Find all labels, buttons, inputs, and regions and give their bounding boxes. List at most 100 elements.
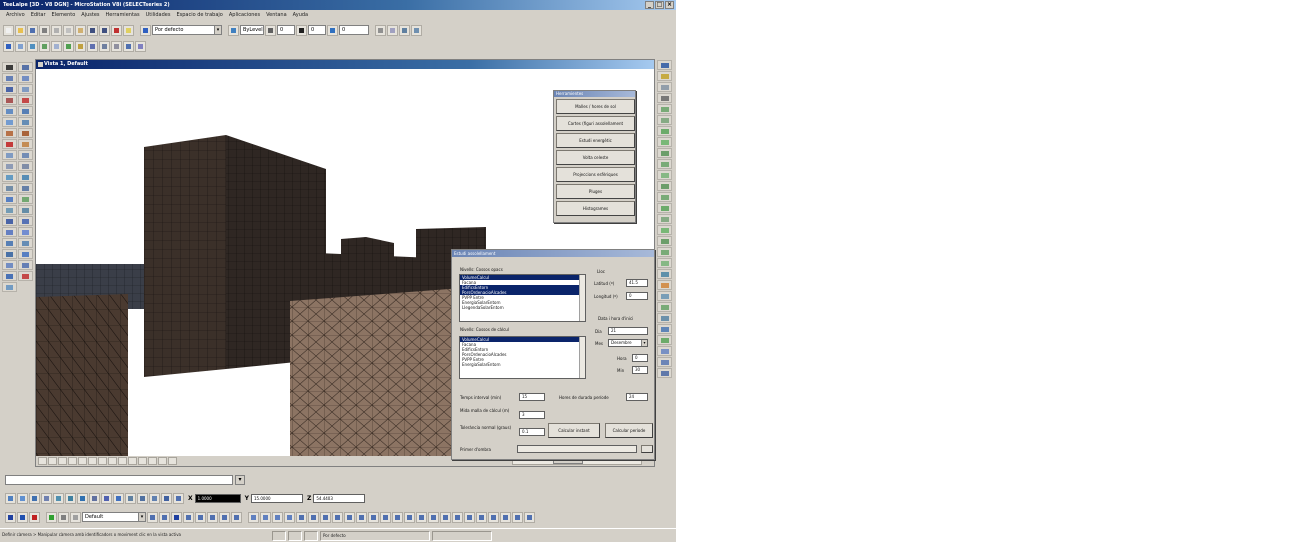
rp-grid-icon[interactable] [657, 93, 672, 103]
rp-merge-icon[interactable] [657, 203, 672, 213]
rp-tree-icon[interactable] [657, 302, 672, 312]
fence-tool-icon[interactable] [18, 62, 33, 72]
element-selection-icon[interactable] [2, 62, 17, 72]
rotate-view-icon[interactable] [88, 457, 97, 465]
tool-m-icon[interactable] [392, 511, 403, 523]
camera-view-icon[interactable] [138, 457, 147, 465]
mesh-size-field[interactable]: 3 [519, 411, 545, 419]
tool-l-icon[interactable] [380, 511, 391, 523]
manipulate-tool-icon[interactable] [18, 139, 33, 149]
group-icon[interactable] [63, 40, 74, 52]
status-indicator-2[interactable] [288, 530, 302, 541]
menu-editar[interactable]: Editar [28, 10, 49, 21]
tool-w-icon[interactable] [512, 511, 523, 523]
view-toggle-icon[interactable] [168, 457, 177, 465]
longitude-field[interactable]: 0 [626, 292, 648, 300]
new-file-icon[interactable] [3, 24, 14, 36]
pan-tool-icon[interactable] [2, 260, 17, 270]
view-attributes-icon[interactable] [51, 40, 62, 52]
view-window-1-icon[interactable] [147, 511, 158, 523]
priority-combo[interactable]: 0 [339, 25, 369, 35]
tool-icon[interactable] [411, 24, 422, 36]
key-in-dropdown[interactable]: ▾ [235, 475, 245, 485]
zoom-in-icon[interactable] [48, 457, 57, 465]
view-group-combo-icon[interactable] [70, 511, 81, 523]
tool-j-icon[interactable] [356, 511, 367, 523]
tool-h-icon[interactable] [332, 511, 343, 523]
cut-icon[interactable] [51, 24, 62, 36]
window-area-icon[interactable] [68, 457, 77, 465]
style-combo[interactable]: 0 [277, 25, 295, 35]
select-icon[interactable] [3, 40, 14, 52]
fence-mode-icon[interactable] [17, 492, 28, 504]
display-style-icon[interactable] [158, 457, 167, 465]
render-icon[interactable] [387, 24, 398, 36]
list-scrollbar[interactable] [579, 275, 585, 321]
view-previous-icon[interactable] [108, 457, 117, 465]
rp-sky-icon[interactable] [657, 291, 672, 301]
status-active-level[interactable]: Por defecto [320, 530, 430, 541]
tool-a-icon[interactable] [248, 511, 259, 523]
rp-histogram-icon[interactable] [657, 346, 672, 356]
tool-i-icon[interactable] [344, 511, 355, 523]
rp-task-icon[interactable] [657, 71, 672, 81]
x-coordinate-field[interactable]: 1.0000 [194, 493, 241, 503]
tasks-icon[interactable] [87, 40, 98, 52]
help-icon[interactable] [123, 24, 134, 36]
tool-c-icon[interactable] [272, 511, 283, 523]
axis-lock-icon[interactable] [65, 492, 76, 504]
camera-icon[interactable] [399, 24, 410, 36]
level-combo[interactable]: Por defecto ▾ [152, 25, 222, 35]
key-in-icon[interactable] [135, 40, 146, 52]
pattern-tool-icon[interactable] [18, 117, 33, 127]
copy-icon[interactable] [63, 24, 74, 36]
view-window-8-icon[interactable] [231, 511, 242, 523]
view-2-icon[interactable] [29, 511, 40, 523]
rp-split-icon[interactable] [657, 192, 672, 202]
list-scrollbar[interactable] [579, 337, 585, 378]
tool-p-icon[interactable] [428, 511, 439, 523]
zoom-out-icon[interactable] [58, 457, 67, 465]
view-window-2-icon[interactable] [159, 511, 170, 523]
rp-export-icon[interactable] [657, 357, 672, 367]
clip-volume-icon[interactable] [128, 457, 137, 465]
view-window-3-icon[interactable] [171, 511, 182, 523]
tool-k-icon[interactable] [368, 511, 379, 523]
solid-tool-icon[interactable] [18, 205, 33, 215]
compass-icon[interactable] [113, 492, 124, 504]
print-icon[interactable] [39, 24, 50, 36]
calc-levels-list[interactable]: VolumeCalcul Facana EdificsEntorn PorsOr… [459, 336, 586, 379]
paste-icon[interactable] [75, 24, 86, 36]
orientation-icon[interactable] [149, 492, 160, 504]
rotate-view-icon[interactable] [18, 260, 33, 270]
rp-energy-icon[interactable] [657, 335, 672, 345]
lock-icon[interactable] [75, 40, 86, 52]
units-icon[interactable] [161, 492, 172, 504]
rp-solar-icon[interactable] [657, 324, 672, 334]
rp-terrain-icon[interactable] [657, 236, 672, 246]
perspective-icon[interactable] [137, 492, 148, 504]
z-coordinate-field[interactable]: 54.4403 [313, 493, 366, 503]
calculate-period-button[interactable]: Calcular període [605, 423, 653, 438]
light-tool-icon[interactable] [2, 282, 17, 292]
saved-views-icon[interactable] [111, 40, 122, 52]
tool-t-icon[interactable] [476, 511, 487, 523]
solar-dialog-title[interactable]: Estudi assolellament [452, 250, 654, 257]
rp-print-icon[interactable] [657, 368, 672, 378]
boolean-tool-icon[interactable] [2, 238, 17, 248]
mirror-tool-icon[interactable] [18, 172, 33, 182]
arc-tool-icon[interactable] [2, 106, 17, 116]
tool-e-icon[interactable] [296, 511, 307, 523]
weight-icon[interactable] [296, 24, 307, 36]
insolation-maps-button[interactable]: Cartes (figuri assolellament [556, 116, 635, 131]
menu-utilidades[interactable]: Utilidades [143, 10, 174, 21]
menu-elemento[interactable]: Elemento [49, 10, 79, 21]
view-window-4-icon[interactable] [183, 511, 194, 523]
tool-n-icon[interactable] [404, 511, 415, 523]
array-tool-icon[interactable] [2, 183, 17, 193]
render-tool-icon[interactable] [18, 271, 33, 281]
extrude-tool-icon[interactable] [2, 227, 17, 237]
weight-combo[interactable]: 0 [308, 25, 326, 35]
duration-field[interactable]: 24 [626, 393, 648, 401]
shell-tool-icon[interactable] [18, 238, 33, 248]
